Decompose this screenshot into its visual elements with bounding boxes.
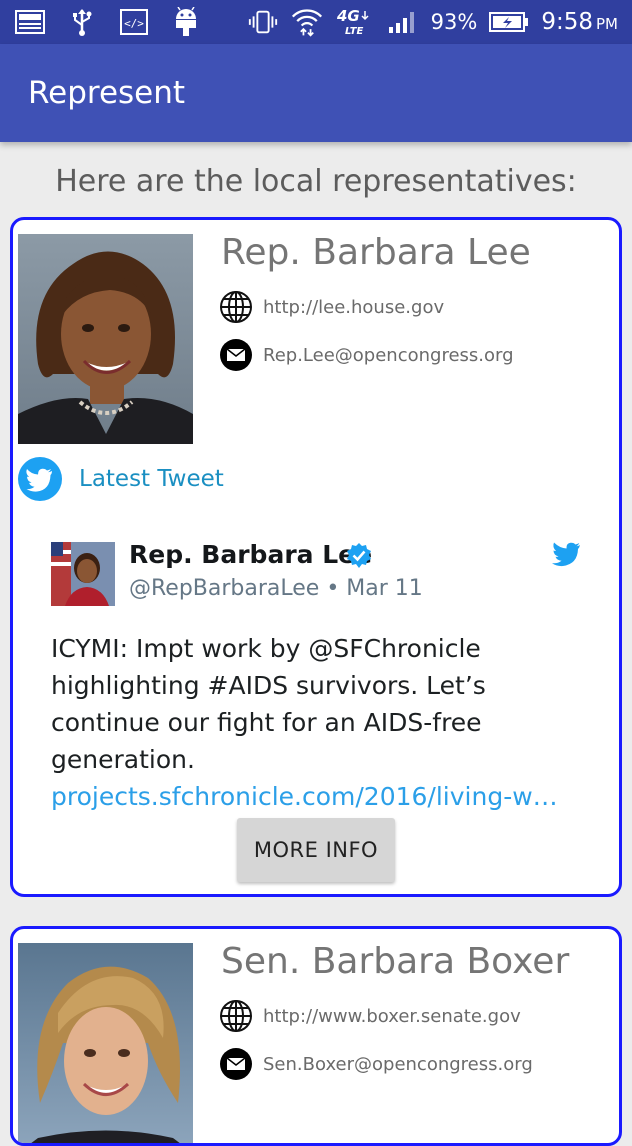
latest-tweet-toggle[interactable]: Latest Tweet [17,456,224,502]
website-row[interactable]: http://lee.house.gov [219,290,444,324]
more-info-button[interactable]: MORE INFO [237,818,395,882]
network-4g-lte-icon: 4G LTE [335,7,375,37]
vibrate-icon [247,9,279,35]
verified-badge-icon [345,542,373,570]
representative-name: Rep. Barbara Lee [221,232,531,273]
svg-text:</>: </> [124,17,144,30]
email-link[interactable]: Sen.Boxer@opencongress.org [263,1054,533,1075]
status-bar: </> 4G LTE 93% 9:58 PM [0,0,632,44]
android-debug-icon [170,7,202,36]
email-row[interactable]: Sen.Boxer@opencongress.org [219,1047,533,1081]
email-icon [219,1047,253,1081]
wifi-icon [291,9,323,37]
website-link[interactable]: http://www.boxer.senate.gov [263,1006,521,1027]
representative-portrait [18,234,193,444]
tweet-handle-and-date[interactable]: @RepBarbaraLee • Mar 11 [129,576,423,601]
globe-icon [219,999,253,1033]
battery-percent: 93% [430,10,478,34]
clock: 9:58 PM [541,9,618,35]
app-title: Represent [28,75,186,111]
tweet-author-name[interactable]: Rep. Barbara Lee [129,540,372,569]
signal-strength-icon [387,9,419,35]
twitter-icon [17,456,63,502]
svg-text:LTE: LTE [345,26,364,37]
battery-charging-icon [489,9,529,35]
representative-card[interactable]: Rep. Barbara Lee http://lee.house.gov Re… [10,217,622,897]
svg-text:4G: 4G [336,7,360,25]
website-link[interactable]: http://lee.house.gov [263,297,444,318]
tweet-text: ICYMI: Impt work by @SFChronicle highlig… [51,634,486,774]
gallery-notification-icon [14,9,46,35]
representative-name: Sen. Barbara Boxer [221,941,570,982]
email-row[interactable]: Rep.Lee@opencongress.org [219,338,514,372]
latest-tweet-label[interactable]: Latest Tweet [79,466,224,492]
developer-code-icon: </> [118,9,150,35]
globe-icon [219,290,253,324]
representative-card[interactable]: Sen. Barbara Boxer http://www.boxer.sena… [10,926,622,1146]
tweet-author-avatar[interactable] [51,542,115,606]
tweet-link[interactable]: projects.sfchronicle.com/2016/living-wi… [51,778,561,815]
website-row[interactable]: http://www.boxer.senate.gov [219,999,521,1033]
email-link[interactable]: Rep.Lee@opencongress.org [263,345,514,366]
twitter-bird-icon[interactable] [551,542,581,568]
usb-icon [66,9,98,36]
representative-portrait [18,943,193,1143]
page-heading: Here are the local representatives: [55,164,577,199]
app-bar: Represent [0,44,632,142]
email-icon [219,338,253,372]
tweet-body: ICYMI: Impt work by @SFChronicle highlig… [51,630,596,815]
